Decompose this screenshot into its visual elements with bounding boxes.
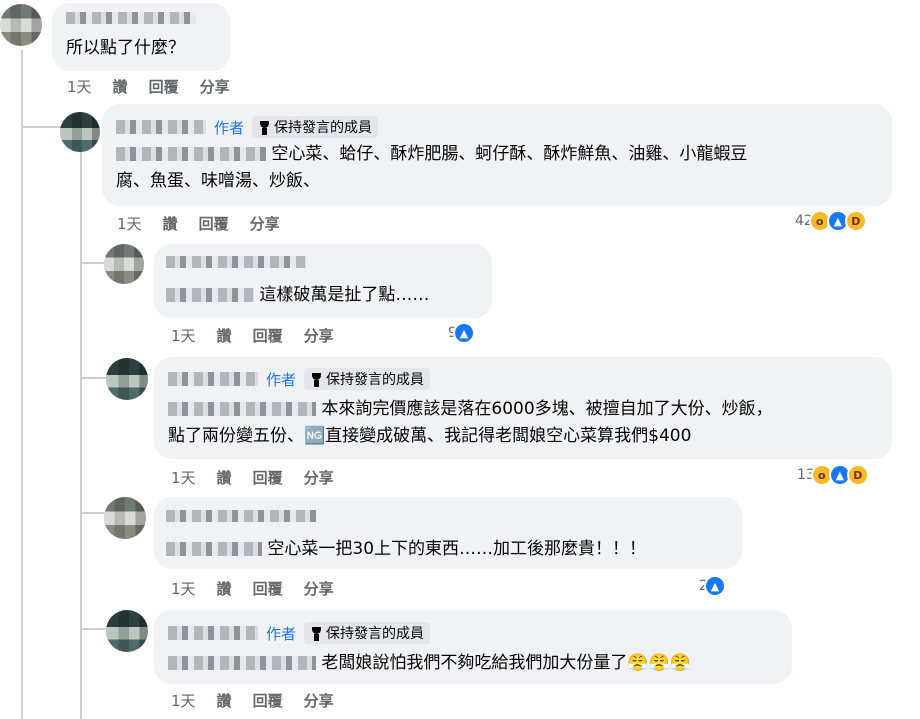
thread-branch [80, 262, 106, 264]
reply-button[interactable]: 回覆 [253, 467, 283, 488]
like-button[interactable]: 讚 [217, 325, 232, 346]
comment-time[interactable]: 1天 [117, 213, 142, 234]
comment-text: 所以點了什麼？ [66, 38, 185, 58]
comment-text: 老闆娘說怕我們不夠吃給我們加大份量了😤😤😤 [168, 650, 691, 676]
comment-actions: 1天 讚 回覆 分享 [171, 690, 334, 711]
reply-button[interactable]: 回覆 [253, 578, 283, 599]
comment-time[interactable]: 1天 [171, 325, 196, 346]
like-button[interactable]: 讚 [113, 76, 128, 97]
trophy-icon [310, 372, 323, 387]
comment-author[interactable]: 作者 保持發言的成員 [168, 368, 431, 390]
share-button[interactable]: 分享 [304, 467, 334, 488]
like-icon: ▲ [703, 575, 726, 597]
author-tag: 作者 [214, 118, 245, 137]
author-tag: 作者 [266, 370, 297, 389]
comment-actions: 1天 讚 回覆 分享 [117, 213, 280, 234]
reaction-summary[interactable]: 9 ▲ [448, 322, 475, 344]
thread-branch [80, 377, 106, 379]
trophy-icon [310, 626, 323, 641]
like-icon: ▲ [452, 322, 475, 344]
like-button[interactable]: 讚 [217, 467, 232, 488]
haha-icon: D [844, 210, 867, 232]
share-button[interactable]: 分享 [304, 325, 334, 346]
comment-author[interactable] [66, 12, 196, 24]
comment-actions: 1天 讚 回覆 分享 [67, 76, 230, 97]
avatar[interactable] [106, 610, 148, 652]
comment-actions: 1天 讚 回覆 分享 [171, 325, 334, 346]
comment-time[interactable]: 1天 [171, 467, 196, 488]
share-button[interactable]: 分享 [250, 213, 280, 234]
comment-author[interactable]: 作者 保持發言的成員 [116, 116, 379, 138]
avatar[interactable] [104, 244, 144, 284]
comment-text: 這樣破萬是扯了點…… [166, 282, 429, 308]
comment-actions: 1天 讚 回覆 分享 [171, 467, 334, 488]
like-button[interactable]: 讚 [163, 213, 178, 234]
share-button[interactable]: 分享 [304, 690, 334, 711]
avatar[interactable] [60, 112, 100, 152]
member-badge[interactable]: 保持發言的成員 [304, 622, 431, 644]
comment-time[interactable]: 1天 [171, 578, 196, 599]
comment-author[interactable] [166, 510, 316, 522]
thread-line-nested [80, 150, 82, 719]
author-tag: 作者 [266, 624, 297, 643]
like-button[interactable]: 讚 [217, 578, 232, 599]
thread-branch [80, 628, 106, 630]
comment-author[interactable]: 作者 保持發言的成員 [168, 622, 431, 644]
reaction-summary[interactable]: 2 ▲ [699, 575, 726, 597]
reply-button[interactable]: 回覆 [253, 325, 283, 346]
comment-text: 腐、魚蛋、味噌湯、炒飯、 [116, 171, 320, 191]
comment-text: 點了兩份變五份、🆖直接變成破萬、我記得老闆娘空心菜算我們$400 [168, 426, 692, 446]
comment-text: 空心菜、蛤仔、酥炸肥腸、蚵仔酥、酥炸鮮魚、油雞、小龍蝦豆 [116, 141, 747, 167]
comment-time[interactable]: 1天 [67, 76, 92, 97]
comment-text: 空心菜一把30上下的東西……加工後那麼貴！！！ [166, 536, 646, 562]
avatar[interactable] [0, 4, 42, 46]
avatar[interactable] [106, 358, 148, 400]
member-badge[interactable]: 保持發言的成員 [304, 368, 431, 390]
thread-line [21, 50, 23, 719]
share-button[interactable]: 分享 [304, 578, 334, 599]
reply-button[interactable]: 回覆 [199, 213, 229, 234]
reply-button[interactable]: 回覆 [149, 76, 179, 97]
trophy-icon [258, 120, 271, 135]
reply-button[interactable]: 回覆 [253, 690, 283, 711]
comment-text: 本來詢完價應該是落在6000多塊、被擅自加了大份、炒飯， [168, 396, 773, 422]
comment-actions: 1天 讚 回覆 分享 [171, 578, 334, 599]
thread-branch [21, 126, 61, 128]
avatar[interactable] [104, 497, 146, 539]
like-button[interactable]: 讚 [217, 690, 232, 711]
comment-author[interactable] [166, 256, 306, 268]
reaction-summary[interactable]: 13 o ▲ D [797, 464, 869, 486]
share-button[interactable]: 分享 [200, 76, 230, 97]
haha-icon: D [846, 464, 869, 486]
comment-time[interactable]: 1天 [171, 690, 196, 711]
reaction-summary[interactable]: 42 o ▲ D [795, 210, 867, 232]
member-badge[interactable]: 保持發言的成員 [252, 116, 379, 138]
thread-branch [80, 512, 106, 514]
